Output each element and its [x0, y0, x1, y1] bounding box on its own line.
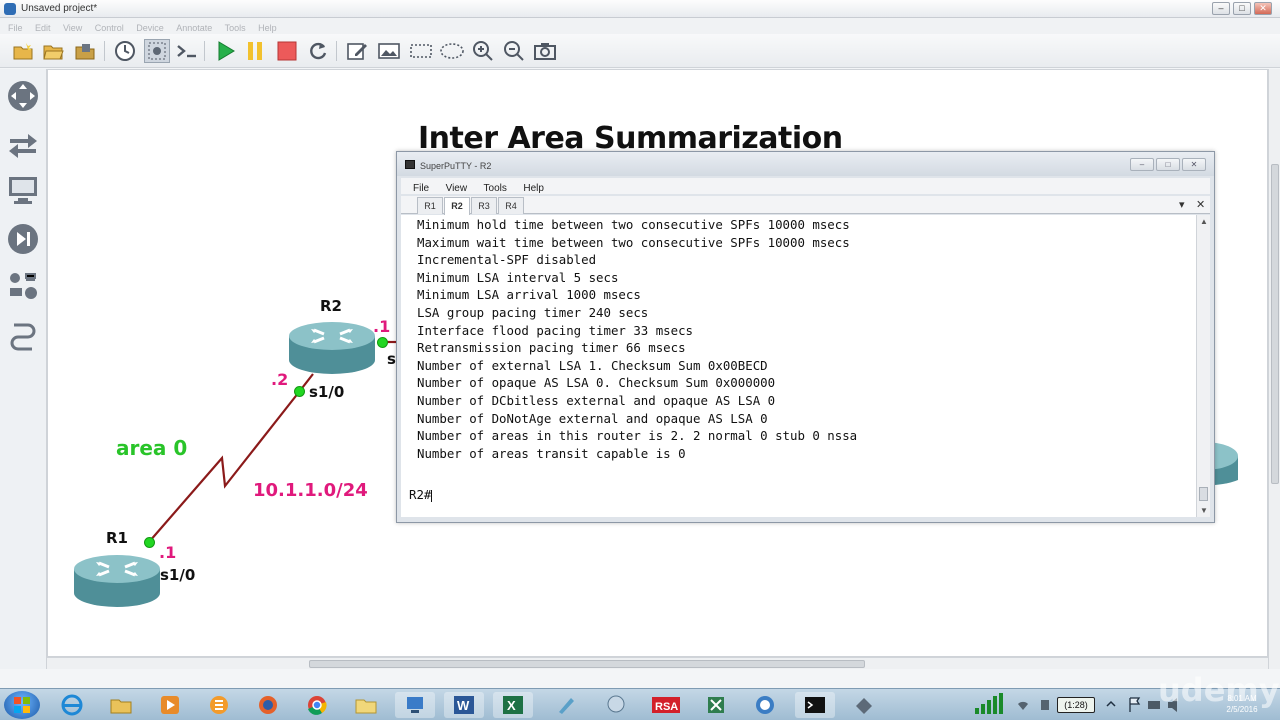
putty-window-controls: – □ ✕ — [1130, 158, 1206, 171]
router-r2[interactable] — [289, 318, 375, 378]
putty-menu-tools[interactable]: Tools — [484, 183, 507, 194]
terminal-line: Minimum LSA interval 5 secs — [417, 269, 619, 285]
terminal-line: Number of opaque AS LSA 0. Checksum Sum … — [417, 375, 776, 391]
tab-close-icon[interactable]: ✕ — [1196, 198, 1205, 211]
router-r1-label: R1 — [106, 529, 128, 547]
r2-ip-label: .2 — [271, 370, 289, 389]
putty-menu-help[interactable]: Help — [523, 183, 544, 194]
flag-tray-icon[interactable] — [1126, 692, 1142, 719]
terminal-output[interactable]: Number of areas transit capable is 0 Numb… — [401, 215, 1196, 517]
terminal-line: Number of DCbitless external and opaque … — [417, 393, 776, 408]
firefox-taskbar-icon[interactable] — [248, 692, 288, 718]
explorer-taskbar-icon[interactable] — [101, 692, 141, 718]
terminal-icon — [405, 160, 415, 169]
r1-interface-label: s1/0 — [160, 566, 196, 584]
terminal-line: Minimum hold time between two consecutiv… — [417, 217, 850, 232]
tab-list-chevron-icon[interactable]: ▾ — [1179, 198, 1185, 211]
r2-link-endpoint[interactable] — [294, 386, 305, 397]
excel-taskbar-icon[interactable]: X — [493, 692, 533, 718]
putty-title: SuperPuTTY - R2 — [420, 161, 492, 171]
media-player-taskbar-icon[interactable] — [150, 692, 190, 718]
spreadsheet-taskbar-icon[interactable] — [696, 692, 736, 718]
putty-title-bar: SuperPuTTY - R2 – □ ✕ — [397, 152, 1214, 176]
terminal-line: Interface flood pacing timer 33 msecs — [417, 322, 694, 338]
udemy-watermark: udemy — [1158, 671, 1280, 709]
network-tool-taskbar-icon[interactable] — [395, 692, 435, 718]
putty-menu-view[interactable]: View — [446, 183, 468, 194]
terminal-line: Minimum LSA arrival 1000 msecs — [417, 287, 641, 303]
svg-text:X: X — [507, 698, 516, 713]
terminal-scrollbar[interactable]: ▲ ▼ — [1196, 215, 1210, 517]
terminal-line: Retransmission pacing timer 66 msecs — [417, 340, 686, 356]
router-r2-label: R2 — [320, 297, 342, 315]
terminal-line: Number of external LSA 1. Checksum Sum 0… — [417, 357, 768, 373]
putty-menu-bar: File View Tools Help — [401, 178, 1210, 194]
ie-taskbar-icon[interactable] — [52, 692, 92, 718]
windows-taskbar: W X RSA (1:28) 8:01 AM 2/5/2016 — [0, 688, 1280, 720]
r2-right-ip-label: .1 — [373, 317, 391, 336]
terminal-line: Maximum wait time between two consecutiv… — [417, 234, 850, 250]
tray-overflow-icon[interactable] — [1104, 692, 1118, 719]
putty-menu-file[interactable]: File — [413, 183, 429, 194]
misc-app-taskbar-icon[interactable] — [844, 692, 884, 718]
r2-right-link-endpoint[interactable] — [377, 337, 388, 348]
wifi-icon[interactable] — [1015, 692, 1031, 719]
tab-r1[interactable]: R1 — [417, 197, 443, 214]
text-cursor — [431, 489, 433, 502]
tab-r3[interactable]: R3 — [471, 197, 497, 214]
terminal-taskbar-icon[interactable] — [795, 692, 835, 718]
r1-ip-label: .1 — [159, 543, 177, 562]
putty-maximize-button[interactable]: □ — [1156, 158, 1180, 171]
network-tray-icon[interactable] — [1037, 692, 1053, 719]
area-label: area 0 — [116, 436, 188, 460]
terminal-line: Number of areas in this router is 2. 2 n… — [417, 428, 858, 444]
canvas-vertical-scrollbar[interactable] — [1268, 69, 1280, 669]
r1-link-endpoint[interactable] — [144, 537, 155, 548]
start-button[interactable] — [4, 691, 40, 719]
app-taskbar-icon[interactable] — [546, 692, 586, 718]
terminal-prompt: R2# — [409, 487, 433, 502]
terminal-line: LSA group pacing timer 240 secs — [417, 305, 649, 320]
vertical-scroll-thumb[interactable] — [1271, 164, 1279, 484]
scroll-up-icon[interactable]: ▲ — [1200, 217, 1208, 226]
svg-text:W: W — [457, 698, 470, 713]
horizontal-scroll-thumb[interactable] — [309, 660, 865, 668]
terminal-line: Incremental-SPF disabled — [417, 252, 597, 268]
battery-indicator[interactable]: (1:28) — [1057, 697, 1095, 713]
rsa-taskbar-icon[interactable]: RSA — [646, 692, 686, 718]
r2-interface-label: s1/0 — [309, 383, 345, 401]
superputty-window: SuperPuTTY - R2 – □ ✕ File View Tools He… — [396, 151, 1215, 523]
canvas-horizontal-scrollbar[interactable] — [47, 657, 1268, 669]
router-r1[interactable] — [74, 551, 160, 611]
search-app-taskbar-icon[interactable] — [596, 692, 636, 718]
terminal-line: Number of DoNotAge external and opaque A… — [417, 410, 768, 426]
word-taskbar-icon[interactable]: W — [444, 692, 484, 718]
paint-taskbar-icon[interactable] — [199, 692, 239, 718]
browser-app-taskbar-icon[interactable] — [745, 692, 785, 718]
putty-minimize-button[interactable]: – — [1130, 158, 1154, 171]
session-tabs: R1 R2 R3 R4 ▾ ✕ — [401, 196, 1210, 215]
chrome-taskbar-icon[interactable] — [297, 692, 337, 718]
tab-r2[interactable]: R2 — [444, 197, 470, 215]
subnet-label: 10.1.1.0/24 — [253, 480, 368, 501]
r2-right-interface-label: s — [387, 350, 396, 368]
gns3-window: Unsaved project* – □ ✕ File Edit View Co… — [0, 0, 1280, 720]
terminal-scroll-thumb[interactable] — [1199, 487, 1208, 501]
scroll-down-icon[interactable]: ▼ — [1200, 506, 1208, 515]
svg-text:RSA: RSA — [655, 701, 678, 713]
tab-r4[interactable]: R4 — [498, 197, 524, 214]
terminal-line: Number of areas transit capable is 0 — [417, 445, 686, 461]
folder-taskbar-icon[interactable] — [346, 692, 386, 718]
putty-close-button[interactable]: ✕ — [1182, 158, 1206, 171]
signal-strength-icon[interactable] — [973, 692, 1007, 719]
